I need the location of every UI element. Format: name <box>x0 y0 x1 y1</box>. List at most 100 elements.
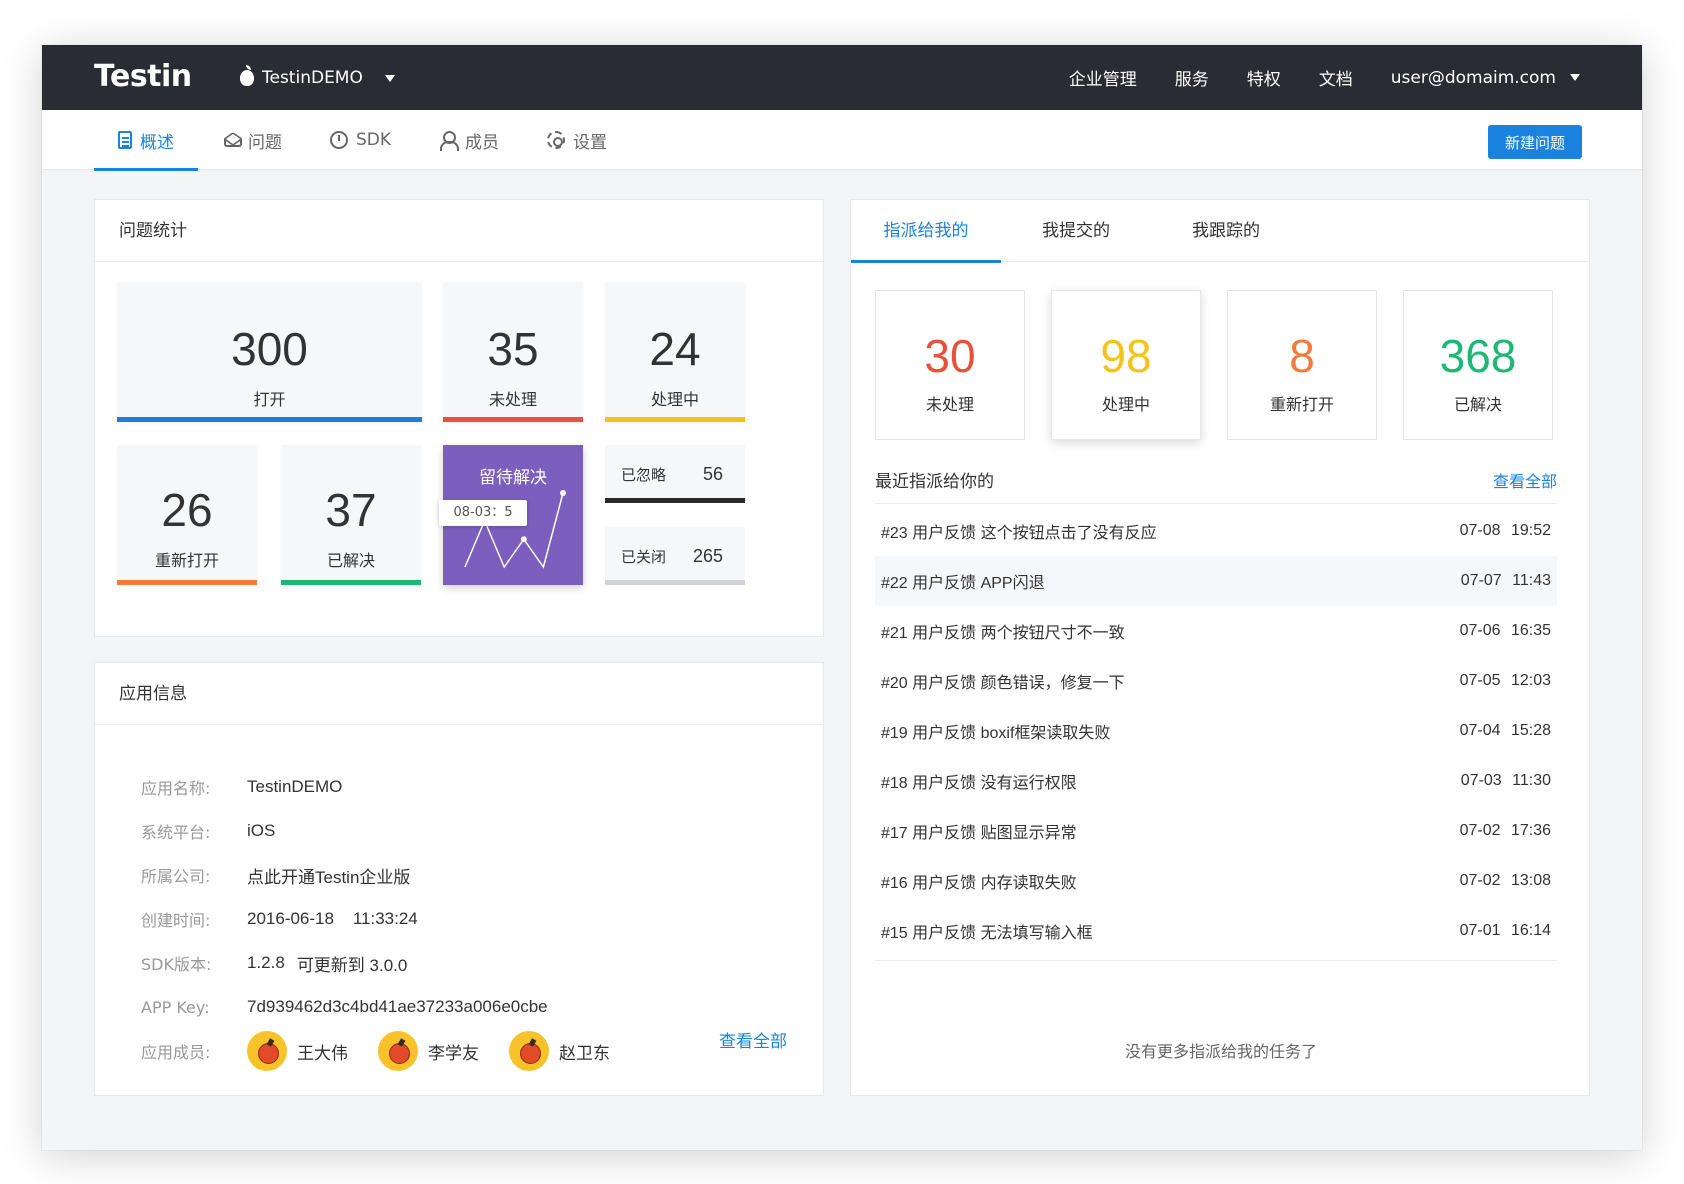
recent-title: 最近指派给你的 <box>875 472 994 492</box>
stat-label: 处理中 <box>650 390 699 409</box>
member-item[interactable]: 赵卫东 <box>509 1031 610 1071</box>
stat-processing[interactable]: 24 处理中 <box>605 282 745 422</box>
member-name: 王大伟 <box>297 1043 348 1064</box>
stat-pending-card[interactable]: 留待解决 08-03：5 <box>439 445 583 585</box>
info-key: 所属公司: <box>141 867 211 886</box>
tab-assigned-to-me[interactable]: 指派给我的 <box>851 200 1001 263</box>
caret-down-icon <box>384 74 395 82</box>
issue-row[interactable]: #16 用户反馈 内存读取失败 07-02 13:08 <box>875 856 1557 906</box>
tab-issues[interactable]: 问题 <box>198 110 306 170</box>
assigned-stat-reopened[interactable]: 8 重新打开 <box>1227 290 1377 440</box>
stat-reopened[interactable]: 26 重新打开 <box>117 445 257 585</box>
issue-date: 07-03 11:30 <box>1460 772 1551 789</box>
issue-title: #21 用户反馈 两个按钮尺寸不一致 <box>881 625 1125 642</box>
issue-row[interactable]: #21 用户反馈 两个按钮尺寸不一致 07-06 16:35 <box>875 606 1557 656</box>
user-email: user@domaim.com <box>1390 67 1556 88</box>
user-menu[interactable]: user@domaim.com <box>1391 68 1580 88</box>
nav-docs[interactable]: 文档 <box>1319 65 1353 90</box>
stat-closed[interactable]: 已关闭 265 <box>605 527 745 585</box>
info-key: 应用名称: <box>141 779 211 798</box>
assigned-tabs: 指派给我的 我提交的 我跟踪的 <box>851 200 1589 263</box>
issue-title: #19 用户反馈 boxif框架读取失败 <box>881 725 1111 742</box>
stat-resolved[interactable]: 37 已解决 <box>281 445 421 585</box>
view-all-members-link[interactable]: 查看全部 <box>719 1027 787 1052</box>
member-item[interactable]: 王大伟 <box>247 1031 348 1071</box>
mini-label: 已忽略 <box>621 465 667 484</box>
app-name: TestinDEMO <box>262 68 363 88</box>
top-navbar: Testin TestinDEMO 企业管理 服务 特权 文档 user@dom… <box>42 45 1642 110</box>
mini-value: 56 <box>702 463 723 484</box>
caret-down-icon <box>1570 74 1580 81</box>
assigned-stat-unhandled[interactable]: 30 未处理 <box>875 290 1025 440</box>
app-info-panel: 应用信息 应用名称: TestinDEMO 系统平台: iOS 所属公司: 点此… <box>94 662 824 1096</box>
issue-row[interactable]: #17 用户反馈 贴图显示异常 07-02 17:36 <box>875 806 1557 856</box>
divider <box>875 960 1557 961</box>
user-icon <box>439 131 460 151</box>
issue-row[interactable]: #20 用户反馈 颜色错误，修复一下 07-05 12:03 <box>875 656 1557 706</box>
new-issue-button[interactable]: 新建问题 <box>1488 125 1582 159</box>
tab-overview[interactable]: 概述 <box>94 110 198 171</box>
stat-color-bar <box>117 580 257 585</box>
nav-service[interactable]: 服务 <box>1175 65 1209 90</box>
app-window: Testin TestinDEMO 企业管理 服务 特权 文档 user@dom… <box>42 45 1642 1150</box>
tab-members[interactable]: 成员 <box>415 110 523 170</box>
assigned-stat-resolved[interactable]: 368 已解决 <box>1403 290 1553 440</box>
issue-date: 07-04 15:28 <box>1459 722 1551 739</box>
nav-privilege[interactable]: 特权 <box>1247 65 1281 90</box>
sub-navbar: 概述 问题 SDK 成员 设置 新建问题 <box>42 110 1642 171</box>
info-row-members: 应用成员: 王大伟 李学友 赵卫东 <box>141 1029 640 1073</box>
issue-title: #17 用户反馈 贴图显示异常 <box>881 825 1077 842</box>
stat-ignored[interactable]: 已忽略 56 <box>605 445 745 503</box>
app-switcher[interactable]: TestinDEMO <box>240 65 395 91</box>
info-value: 2016-06-18 11:33:24 <box>247 909 418 928</box>
stat-value: 24 <box>649 323 701 375</box>
issue-row[interactable]: #22 用户反馈 APP闪退 07-07 11:43 <box>875 556 1557 606</box>
stat-color-bar <box>117 417 422 422</box>
issue-row[interactable]: #19 用户反馈 boxif框架读取失败 07-04 15:28 <box>875 706 1557 756</box>
tab-submitted-by-me[interactable]: 我提交的 <box>1001 200 1151 262</box>
avatar <box>247 1031 287 1071</box>
issue-date: 07-08 19:52 <box>1459 522 1551 539</box>
assigned-stat-processing[interactable]: 98 处理中 <box>1051 290 1201 440</box>
tab-tracked-by-me[interactable]: 我跟踪的 <box>1151 200 1301 262</box>
no-more-tasks-note: 没有更多指派给我的任务了 <box>1124 1042 1317 1061</box>
nav-enterprise[interactable]: 企业管理 <box>1069 65 1137 90</box>
stat-label: 已解决 <box>1453 395 1502 414</box>
avatar <box>509 1031 549 1071</box>
stat-value: 300 <box>231 323 308 375</box>
issue-date: 07-02 17:36 <box>1459 822 1551 839</box>
info-key: 应用成员: <box>141 1043 211 1062</box>
sdk-update-link[interactable]: 可更新到 3.0.0 <box>297 951 408 976</box>
issue-title: #18 用户反馈 没有运行权限 <box>881 775 1077 792</box>
issue-row[interactable]: #15 用户反馈 无法填写输入框 07-01 16:14 <box>875 906 1557 956</box>
stat-label: 未处理 <box>488 390 537 409</box>
stat-open[interactable]: 300 打开 <box>117 282 422 422</box>
stat-color-bar <box>281 580 421 585</box>
stat-value: 8 <box>1289 330 1315 382</box>
stat-value: 35 <box>487 323 539 375</box>
issue-row[interactable]: #18 用户反馈 没有运行权限 07-03 11:30 <box>875 756 1557 806</box>
trend-point <box>560 490 566 496</box>
view-all-assigned-link[interactable]: 查看全部 <box>1493 468 1557 492</box>
stat-color-bar <box>605 580 745 585</box>
stat-label: 重新打开 <box>154 551 219 570</box>
info-key: 系统平台: <box>141 823 211 842</box>
member-item[interactable]: 李学友 <box>378 1031 479 1071</box>
stat-value: 98 <box>1100 330 1152 382</box>
issue-title: #22 用户反馈 APP闪退 <box>881 575 1045 592</box>
issue-row[interactable]: #23 用户反馈 这个按钮点击了没有反应 07-08 19:52 <box>875 506 1557 556</box>
testin-logo[interactable]: Testin <box>94 59 192 94</box>
recent-issue-list: #23 用户反馈 这个按钮点击了没有反应 07-08 19:52 #22 用户反馈… <box>875 506 1557 956</box>
tab-settings[interactable]: 设置 <box>523 110 631 170</box>
stat-color-bar <box>605 498 745 503</box>
stat-unhandled[interactable]: 35 未处理 <box>443 282 583 422</box>
tab-sdk[interactable]: SDK <box>306 110 415 170</box>
stat-label: 打开 <box>253 390 286 409</box>
section-tabs: 概述 问题 SDK 成员 设置 <box>94 110 631 171</box>
mini-value: 265 <box>692 545 723 566</box>
enterprise-upgrade-link[interactable]: 点此开通Testin企业版 <box>247 863 410 888</box>
member-name: 赵卫东 <box>559 1043 610 1064</box>
stat-label: 重新打开 <box>1269 395 1334 414</box>
issue-date: 07-01 16:14 <box>1459 922 1551 939</box>
stat-value: 30 <box>924 330 976 382</box>
